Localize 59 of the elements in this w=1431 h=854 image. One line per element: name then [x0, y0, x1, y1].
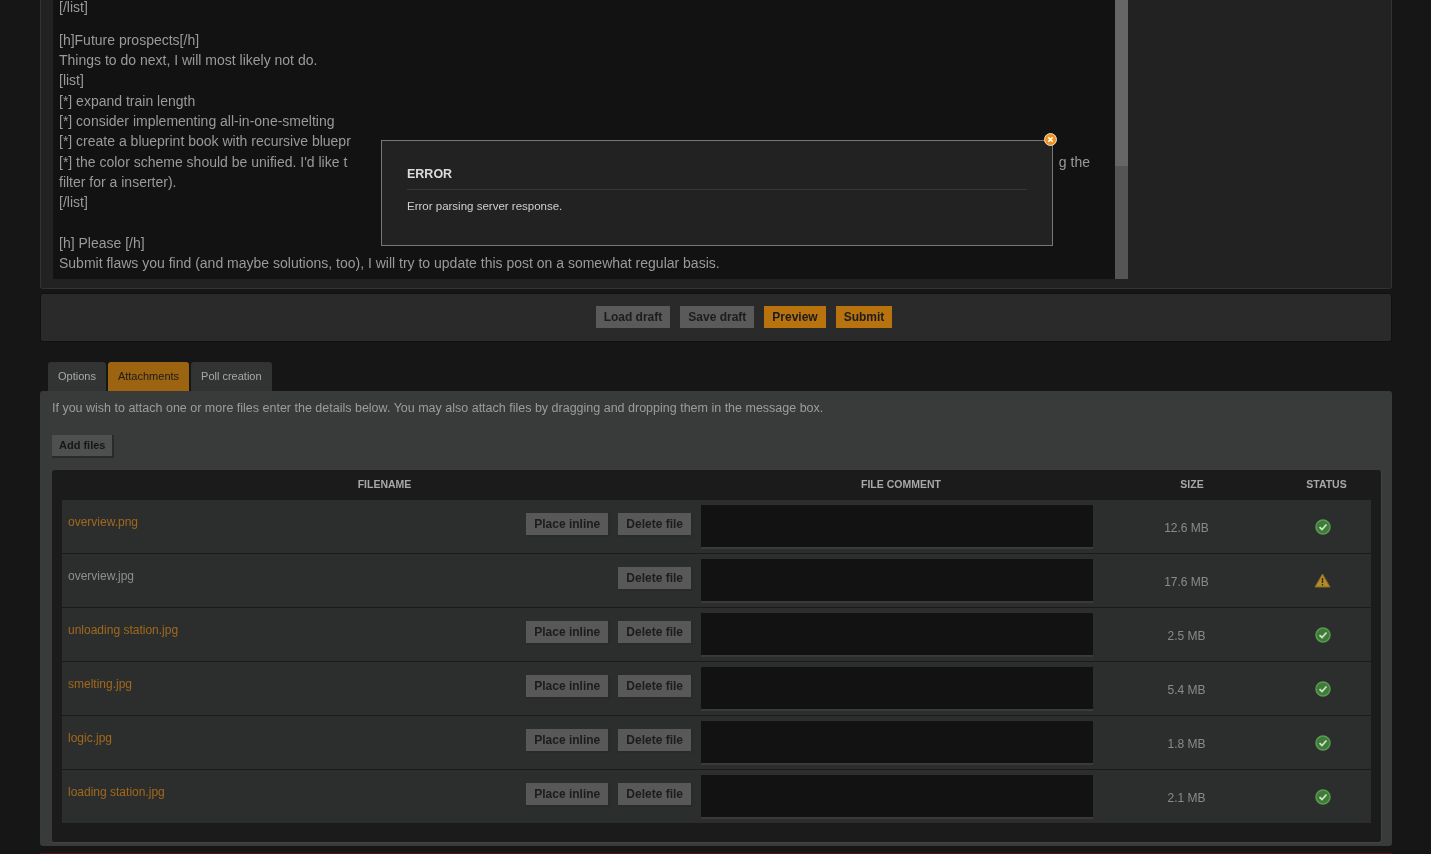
dialog-title: ERROR: [407, 165, 1027, 190]
file-name[interactable]: overview.jpg: [68, 566, 368, 585]
secondary-button[interactable]: Save draft: [680, 305, 757, 330]
column-header: SIZE: [1179, 476, 1205, 492]
tab[interactable]: Attachments: [107, 362, 190, 391]
tab[interactable]: Options: [48, 362, 106, 391]
file-name[interactable]: logic.jpg: [68, 728, 368, 747]
file-size: 2.1 MB: [1166, 789, 1207, 807]
place-inline-button[interactable]: Place inline: [526, 674, 611, 699]
column-header: FILENAME: [356, 476, 413, 492]
file-name[interactable]: overview.png: [68, 512, 368, 531]
comment-field[interactable]: [701, 774, 1093, 819]
hint-text: If you wish to attach one or more files enter the details below. You may also attach files by dragging and dropping them in the message box.: [52, 400, 825, 417]
secondary-button[interactable]: Load draft: [595, 305, 673, 330]
text-line: [*] the color scheme should be unified. I'd like t: [59, 152, 348, 172]
place-inline-button[interactable]: Place inline: [526, 512, 611, 537]
scrollbar[interactable]: [1115, 0, 1128, 279]
text-line: filter for a inserter).: [59, 172, 177, 192]
column-header: FILE COMMENT: [860, 476, 942, 492]
comment-field[interactable]: [701, 504, 1093, 549]
primary-button[interactable]: Preview: [764, 305, 828, 330]
delete-file-button[interactable]: Delete file: [618, 620, 693, 645]
file-size: 12.6 MB: [1163, 519, 1210, 537]
file-size: 5.4 MB: [1166, 681, 1207, 699]
place-inline-button[interactable]: Place inline: [526, 782, 611, 807]
add-files-button[interactable]: Add files: [52, 434, 115, 458]
delete-file-button[interactable]: Delete file: [618, 566, 693, 591]
column-header: STATUS: [1305, 476, 1348, 492]
text-line: [*] consider implementing all-in-one-smelting: [59, 112, 335, 132]
text-line: [*] expand train length: [59, 91, 196, 111]
tab[interactable]: Poll creation: [191, 362, 272, 391]
text-line: [h] Please [/h]: [59, 233, 145, 253]
delete-file-button[interactable]: Delete file: [618, 728, 693, 753]
file-size: 17.6 MB: [1163, 573, 1210, 591]
text-line: [*] create a blueprint book with recursive bluepr: [59, 132, 351, 152]
text-line: [list]: [59, 71, 84, 91]
text-line: [/list]: [59, 193, 88, 213]
place-inline-button[interactable]: Place inline: [526, 728, 611, 753]
file-name[interactable]: unloading station.jpg: [68, 620, 368, 639]
dialog-message: Error parsing server response.: [407, 198, 564, 214]
text-line: [/list]: [59, 0, 88, 14]
text-line: [h]Future prospects[/h]: [59, 30, 200, 50]
comment-field[interactable]: [701, 558, 1093, 603]
comment-field[interactable]: [701, 720, 1093, 765]
place-inline-button[interactable]: Place inline: [526, 620, 611, 645]
comment-field[interactable]: [701, 666, 1093, 711]
text-line: g the: [1058, 152, 1090, 172]
delete-file-button[interactable]: Delete file: [618, 674, 693, 699]
primary-button[interactable]: Submit: [835, 305, 895, 330]
file-size: 1.8 MB: [1166, 735, 1207, 753]
text-line: Things to do next, I will most likely not do.: [59, 51, 318, 71]
text-line: Submit flaws you find (and maybe solutions, too), I will try to update this post on a somewhat regular basis.: [59, 254, 720, 274]
file-name[interactable]: loading station.jpg: [68, 782, 368, 801]
close-icon[interactable]: [1044, 133, 1057, 146]
file-name[interactable]: smelting.jpg: [68, 674, 368, 693]
comment-field[interactable]: [701, 612, 1093, 657]
file-size: 2.5 MB: [1166, 627, 1207, 645]
delete-file-button[interactable]: Delete file: [618, 512, 693, 537]
delete-file-button[interactable]: Delete file: [618, 782, 693, 807]
